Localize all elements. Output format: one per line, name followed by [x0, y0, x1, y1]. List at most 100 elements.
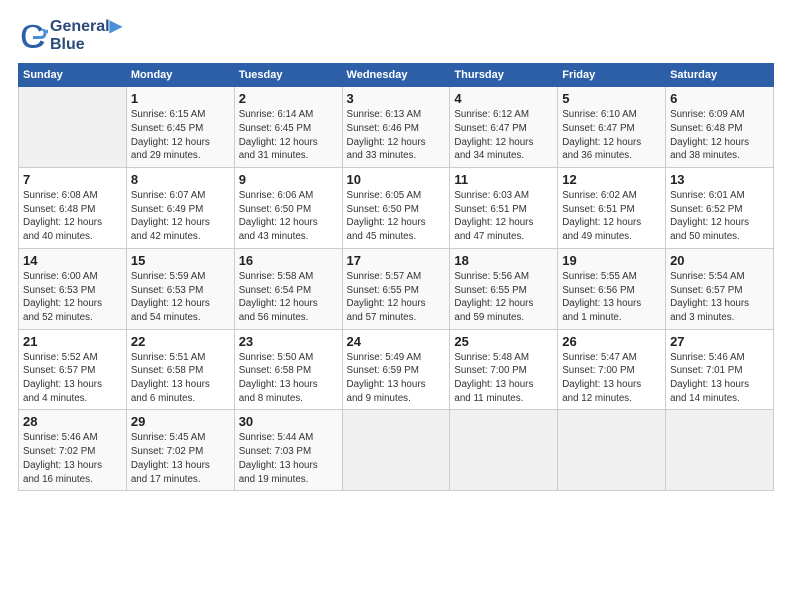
- calendar-cell: [558, 410, 666, 491]
- calendar-cell: [450, 410, 558, 491]
- calendar-cell: 20 Sunrise: 5:54 AM Sunset: 6:57 PM Dayli…: [666, 248, 774, 329]
- calendar-row-0: 1Sunrise: 6:15 AM Sunset: 6:45 PM Daylig…: [19, 87, 774, 168]
- calendar-cell: 28 Sunrise: 5:46 AM Sunset: 7:02 PM Dayli…: [19, 410, 127, 491]
- day-number: 17: [347, 253, 446, 268]
- calendar-cell: 11 Sunrise: 6:03 AM Sunset: 6:51 PM Dayli…: [450, 168, 558, 249]
- day-info: Sunrise: 6:01 AM Sunset: 6:52 PM Dayligh…: [670, 189, 769, 244]
- calendar-cell: 4 Sunrise: 6:12 AM Sunset: 6:47 PM Daylig…: [450, 87, 558, 168]
- calendar-cell: 24 Sunrise: 5:49 AM Sunset: 6:59 PM Dayli…: [342, 329, 450, 410]
- day-info: Sunrise: 6:06 AM Sunset: 6:50 PM Dayligh…: [239, 189, 338, 244]
- day-info: Sunrise: 5:57 AM Sunset: 6:55 PM Dayligh…: [347, 270, 446, 325]
- calendar-row-3: 21 Sunrise: 5:52 AM Sunset: 6:57 PM Dayli…: [19, 329, 774, 410]
- calendar-cell: 9 Sunrise: 6:06 AM Sunset: 6:50 PM Daylig…: [234, 168, 342, 249]
- day-info: Sunrise: 6:02 AM Sunset: 6:51 PM Dayligh…: [562, 189, 661, 244]
- day-info: Sunrise: 6:07 AM Sunset: 6:49 PM Dayligh…: [131, 189, 230, 244]
- calendar-cell: 10 Sunrise: 6:05 AM Sunset: 6:50 PM Dayli…: [342, 168, 450, 249]
- logo-icon: [18, 21, 48, 51]
- day-number: 18: [454, 253, 553, 268]
- calendar-cell: 7Sunrise: 6:08 AM Sunset: 6:48 PM Daylig…: [19, 168, 127, 249]
- day-number: 13: [670, 172, 769, 187]
- calendar-cell: 5 Sunrise: 6:10 AM Sunset: 6:47 PM Daylig…: [558, 87, 666, 168]
- day-info: Sunrise: 5:52 AM Sunset: 6:57 PM Dayligh…: [23, 351, 122, 406]
- calendar-cell: 1Sunrise: 6:15 AM Sunset: 6:45 PM Daylig…: [126, 87, 234, 168]
- day-number: 26: [562, 334, 661, 349]
- calendar-cell: 14 Sunrise: 6:00 AM Sunset: 6:53 PM Dayli…: [19, 248, 127, 329]
- logo-text: General▶ Blue: [50, 18, 122, 53]
- col-header-monday: Monday: [126, 64, 234, 87]
- day-number: 12: [562, 172, 661, 187]
- calendar-cell: 8 Sunrise: 6:07 AM Sunset: 6:49 PM Daylig…: [126, 168, 234, 249]
- day-number: 24: [347, 334, 446, 349]
- day-info: Sunrise: 5:48 AM Sunset: 7:00 PM Dayligh…: [454, 351, 553, 406]
- day-number: 2: [239, 91, 338, 106]
- day-info: Sunrise: 6:10 AM Sunset: 6:47 PM Dayligh…: [562, 108, 661, 163]
- calendar-cell: [666, 410, 774, 491]
- day-number: 15: [131, 253, 230, 268]
- day-info: Sunrise: 5:54 AM Sunset: 6:57 PM Dayligh…: [670, 270, 769, 325]
- calendar-cell: 27Sunrise: 5:46 AM Sunset: 7:01 PM Dayli…: [666, 329, 774, 410]
- day-info: Sunrise: 5:47 AM Sunset: 7:00 PM Dayligh…: [562, 351, 661, 406]
- day-number: 20: [670, 253, 769, 268]
- header-row: General▶ Blue: [18, 18, 774, 53]
- col-header-thursday: Thursday: [450, 64, 558, 87]
- day-number: 3: [347, 91, 446, 106]
- page-container: General▶ Blue SundayMondayTuesdayWednesd…: [0, 0, 792, 501]
- day-info: Sunrise: 5:56 AM Sunset: 6:55 PM Dayligh…: [454, 270, 553, 325]
- day-number: 29: [131, 414, 230, 429]
- day-info: Sunrise: 6:14 AM Sunset: 6:45 PM Dayligh…: [239, 108, 338, 163]
- calendar-row-4: 28 Sunrise: 5:46 AM Sunset: 7:02 PM Dayli…: [19, 410, 774, 491]
- day-info: Sunrise: 5:58 AM Sunset: 6:54 PM Dayligh…: [239, 270, 338, 325]
- day-info: Sunrise: 6:13 AM Sunset: 6:46 PM Dayligh…: [347, 108, 446, 163]
- day-number: 22: [131, 334, 230, 349]
- calendar-cell: 26 Sunrise: 5:47 AM Sunset: 7:00 PM Dayli…: [558, 329, 666, 410]
- day-number: 23: [239, 334, 338, 349]
- day-number: 8: [131, 172, 230, 187]
- calendar-cell: 13 Sunrise: 6:01 AM Sunset: 6:52 PM Dayli…: [666, 168, 774, 249]
- day-number: 19: [562, 253, 661, 268]
- day-number: 11: [454, 172, 553, 187]
- day-number: 9: [239, 172, 338, 187]
- day-info: Sunrise: 5:50 AM Sunset: 6:58 PM Dayligh…: [239, 351, 338, 406]
- day-number: 6: [670, 91, 769, 106]
- calendar-cell: 22Sunrise: 5:51 AM Sunset: 6:58 PM Dayli…: [126, 329, 234, 410]
- day-number: 5: [562, 91, 661, 106]
- calendar-cell: 30 Sunrise: 5:44 AM Sunset: 7:03 PM Dayli…: [234, 410, 342, 491]
- calendar-cell: [19, 87, 127, 168]
- day-number: 28: [23, 414, 122, 429]
- day-number: 4: [454, 91, 553, 106]
- calendar-table: SundayMondayTuesdayWednesdayThursdayFrid…: [18, 63, 774, 491]
- day-info: Sunrise: 6:09 AM Sunset: 6:48 PM Dayligh…: [670, 108, 769, 163]
- day-number: 14: [23, 253, 122, 268]
- day-info: Sunrise: 6:12 AM Sunset: 6:47 PM Dayligh…: [454, 108, 553, 163]
- day-info: Sunrise: 6:03 AM Sunset: 6:51 PM Dayligh…: [454, 189, 553, 244]
- day-info: Sunrise: 5:46 AM Sunset: 7:02 PM Dayligh…: [23, 431, 122, 486]
- calendar-cell: 19 Sunrise: 5:55 AM Sunset: 6:56 PM Dayli…: [558, 248, 666, 329]
- day-number: 21: [23, 334, 122, 349]
- calendar-cell: 3 Sunrise: 6:13 AM Sunset: 6:46 PM Daylig…: [342, 87, 450, 168]
- day-number: 30: [239, 414, 338, 429]
- calendar-row-2: 14 Sunrise: 6:00 AM Sunset: 6:53 PM Dayli…: [19, 248, 774, 329]
- calendar-cell: 16 Sunrise: 5:58 AM Sunset: 6:54 PM Dayli…: [234, 248, 342, 329]
- calendar-cell: 2 Sunrise: 6:14 AM Sunset: 6:45 PM Daylig…: [234, 87, 342, 168]
- day-number: 10: [347, 172, 446, 187]
- col-header-tuesday: Tuesday: [234, 64, 342, 87]
- day-number: 25: [454, 334, 553, 349]
- calendar-cell: 6 Sunrise: 6:09 AM Sunset: 6:48 PM Daylig…: [666, 87, 774, 168]
- day-info: Sunrise: 5:55 AM Sunset: 6:56 PM Dayligh…: [562, 270, 661, 325]
- calendar-cell: 23 Sunrise: 5:50 AM Sunset: 6:58 PM Dayli…: [234, 329, 342, 410]
- col-header-friday: Friday: [558, 64, 666, 87]
- calendar-row-1: 7Sunrise: 6:08 AM Sunset: 6:48 PM Daylig…: [19, 168, 774, 249]
- day-info: Sunrise: 5:49 AM Sunset: 6:59 PM Dayligh…: [347, 351, 446, 406]
- day-info: Sunrise: 6:05 AM Sunset: 6:50 PM Dayligh…: [347, 189, 446, 244]
- logo: General▶ Blue: [18, 18, 122, 53]
- day-info: Sunrise: 6:00 AM Sunset: 6:53 PM Dayligh…: [23, 270, 122, 325]
- calendar-cell: 12 Sunrise: 6:02 AM Sunset: 6:51 PM Dayli…: [558, 168, 666, 249]
- calendar-cell: 18 Sunrise: 5:56 AM Sunset: 6:55 PM Dayli…: [450, 248, 558, 329]
- calendar-cell: 21 Sunrise: 5:52 AM Sunset: 6:57 PM Dayli…: [19, 329, 127, 410]
- day-number: 27: [670, 334, 769, 349]
- calendar-header: SundayMondayTuesdayWednesdayThursdayFrid…: [19, 64, 774, 87]
- day-info: Sunrise: 5:44 AM Sunset: 7:03 PM Dayligh…: [239, 431, 338, 486]
- calendar-cell: 17 Sunrise: 5:57 AM Sunset: 6:55 PM Dayli…: [342, 248, 450, 329]
- calendar-cell: 15Sunrise: 5:59 AM Sunset: 6:53 PM Dayli…: [126, 248, 234, 329]
- day-number: 16: [239, 253, 338, 268]
